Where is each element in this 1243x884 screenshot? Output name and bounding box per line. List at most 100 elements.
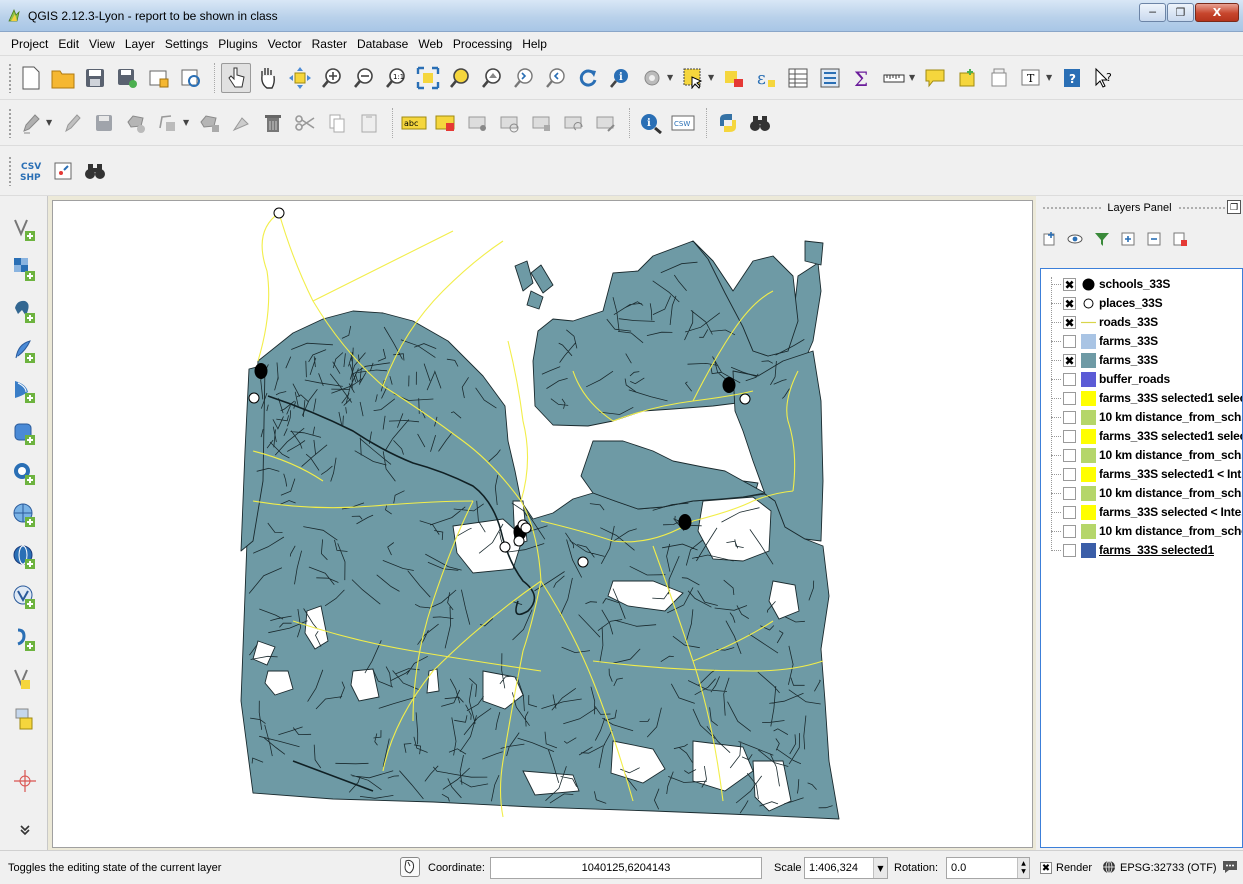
chevron-down-icon[interactable]: ▼ <box>708 73 716 82</box>
new-print-composer-button[interactable] <box>144 63 174 93</box>
move-label-button[interactable] <box>527 108 557 138</box>
identify-features-button[interactable]: i <box>605 63 635 93</box>
rotate-label-button[interactable] <box>559 108 589 138</box>
metasearch-button[interactable]: i <box>636 108 666 138</box>
layer-visibility-checkbox[interactable]: ✖ <box>1063 354 1076 367</box>
new-shapefile-layer-button[interactable] <box>10 664 40 694</box>
layer-tree-item[interactable]: farms_33S <box>1041 332 1242 351</box>
help-contents-button[interactable]: ? <box>1057 63 1087 93</box>
menu-help[interactable]: Help <box>517 37 552 51</box>
manage-layer-visibility-button[interactable] <box>1066 229 1086 249</box>
new-bookmark-button[interactable] <box>952 63 982 93</box>
add-db2-layer-button[interactable] <box>10 418 40 448</box>
scale-combo[interactable]: 1:406,324 ▼ <box>804 857 888 879</box>
minimize-button[interactable]: ─ <box>1139 3 1166 22</box>
run-feature-action-button[interactable] <box>637 63 667 93</box>
coordinate-capture-tool-button[interactable] <box>10 766 40 796</box>
layer-tree-item[interactable]: farms_33S selected1 < Int... <box>1041 465 1242 484</box>
layer-visibility-checkbox[interactable]: ✖ <box>1063 278 1076 291</box>
menu-project[interactable]: Project <box>6 37 53 51</box>
layer-visibility-checkbox[interactable] <box>1063 430 1076 443</box>
layer-tree-item[interactable]: 10 km distance_from_sch... <box>1041 408 1242 427</box>
menu-raster[interactable]: Raster <box>307 37 352 51</box>
save-layer-edits-button[interactable] <box>89 108 119 138</box>
layer-visibility-checkbox[interactable] <box>1063 544 1076 557</box>
layer-visibility-checkbox[interactable] <box>1063 506 1076 519</box>
layer-tree-item[interactable]: ✖ roads_33S <box>1041 313 1242 332</box>
search-binoculars-button[interactable] <box>745 108 775 138</box>
current-edits-button[interactable] <box>16 108 46 138</box>
touch-zoom-pan-button[interactable] <box>221 62 251 93</box>
layer-visibility-checkbox[interactable] <box>1063 449 1076 462</box>
layer-tree-item[interactable]: 10 km distance_from_sch... <box>1041 446 1242 465</box>
menu-plugins[interactable]: Plugins <box>213 37 262 51</box>
map-canvas[interactable] <box>52 200 1033 848</box>
chevron-down-icon[interactable]: ▼ <box>873 858 887 878</box>
coordinate-capture-button[interactable] <box>48 156 78 186</box>
cut-features-button[interactable] <box>290 108 320 138</box>
toolbar-grip[interactable] <box>8 62 12 93</box>
toolbar-grip[interactable] <box>8 107 12 138</box>
rotation-spinbox[interactable]: 0.0 ▲ ▼ <box>946 857 1030 879</box>
layer-tree-item[interactable]: 10 km distance_from_sch... <box>1041 484 1242 503</box>
add-raster-layer-button[interactable] <box>10 254 40 284</box>
pin-labels-button[interactable] <box>463 108 493 138</box>
add-spatialite-layer-button[interactable] <box>10 336 40 366</box>
layer-tree-item[interactable]: ✖ schools_33S <box>1041 275 1242 294</box>
crs-status[interactable]: EPSG:32733 (OTF) <box>1120 862 1217 874</box>
move-feature-button[interactable] <box>153 108 183 138</box>
python-console-button[interactable] <box>713 108 743 138</box>
filter-legend-button[interactable] <box>1092 229 1112 249</box>
add-vector-layer-button[interactable] <box>10 214 40 244</box>
add-wms-layer-button[interactable] <box>10 500 40 530</box>
spin-arrows-icon[interactable]: ▲ ▼ <box>1017 858 1029 878</box>
layer-tree-item[interactable]: farms_33S selected1 <box>1041 541 1242 560</box>
new-project-button[interactable] <box>16 63 46 93</box>
menu-database[interactable]: Database <box>352 37 413 51</box>
add-wcs-layer-button[interactable] <box>10 542 40 572</box>
zoom-last-button[interactable] <box>509 63 539 93</box>
zoom-to-layer-button[interactable] <box>477 63 507 93</box>
float-panel-button[interactable]: ❐ <box>1227 200 1241 214</box>
show-hide-labels-button[interactable] <box>495 108 525 138</box>
open-attribute-table-button[interactable] <box>783 63 813 93</box>
field-calculator-button[interactable] <box>815 63 845 93</box>
menu-view[interactable]: View <box>84 37 120 51</box>
chevron-down-icon[interactable]: ▼ <box>183 118 191 127</box>
menu-vector[interactable]: Vector <box>263 37 307 51</box>
menu-layer[interactable]: Layer <box>120 37 160 51</box>
paste-features-button[interactable] <box>354 108 384 138</box>
remove-layer-button[interactable] <box>1170 229 1190 249</box>
expand-all-button[interactable] <box>1118 229 1138 249</box>
render-checkbox[interactable]: ✖ <box>1040 862 1052 874</box>
whats-this-button[interactable]: ? <box>1089 63 1119 93</box>
layer-tree-item[interactable]: farms_33S selected < Inte... <box>1041 503 1242 522</box>
select-by-expression-button[interactable]: ε <box>751 63 781 93</box>
layer-visibility-checkbox[interactable] <box>1063 525 1076 538</box>
text-annotation-button[interactable]: T <box>1016 63 1046 93</box>
layer-tree-item[interactable]: buffer_roads <box>1041 370 1242 389</box>
add-oracle-layer-button[interactable] <box>10 458 40 488</box>
toggle-editing-button[interactable] <box>57 108 87 138</box>
messages-icon[interactable] <box>1222 860 1238 874</box>
layer-visibility-checkbox[interactable] <box>1063 487 1076 500</box>
chevron-down-icon[interactable]: ▼ <box>1046 73 1054 82</box>
csv-to-shp-button[interactable]: CSV SHP <box>16 156 46 186</box>
menu-web[interactable]: Web <box>413 37 447 51</box>
layer-tree-item[interactable]: ✖ farms_33S <box>1041 351 1242 370</box>
select-features-button[interactable] <box>678 63 708 93</box>
delete-selected-button[interactable] <box>226 108 256 138</box>
layer-visibility-checkbox[interactable] <box>1063 392 1076 405</box>
menu-edit[interactable]: Edit <box>53 37 84 51</box>
add-wfs-layer-button[interactable] <box>10 582 40 612</box>
more-tools-button[interactable] <box>10 820 40 840</box>
composer-manager-button[interactable] <box>176 63 206 93</box>
copy-features-button[interactable] <box>322 108 352 138</box>
layer-diagram-options-button[interactable] <box>431 108 461 138</box>
add-delimited-text-layer-button[interactable] <box>10 624 40 654</box>
layer-visibility-checkbox[interactable] <box>1063 468 1076 481</box>
layer-visibility-checkbox[interactable] <box>1063 373 1076 386</box>
save-as-button[interactable] <box>112 63 142 93</box>
zoom-full-button[interactable] <box>413 63 443 93</box>
layer-tree-item[interactable]: ✖ places_33S <box>1041 294 1242 313</box>
